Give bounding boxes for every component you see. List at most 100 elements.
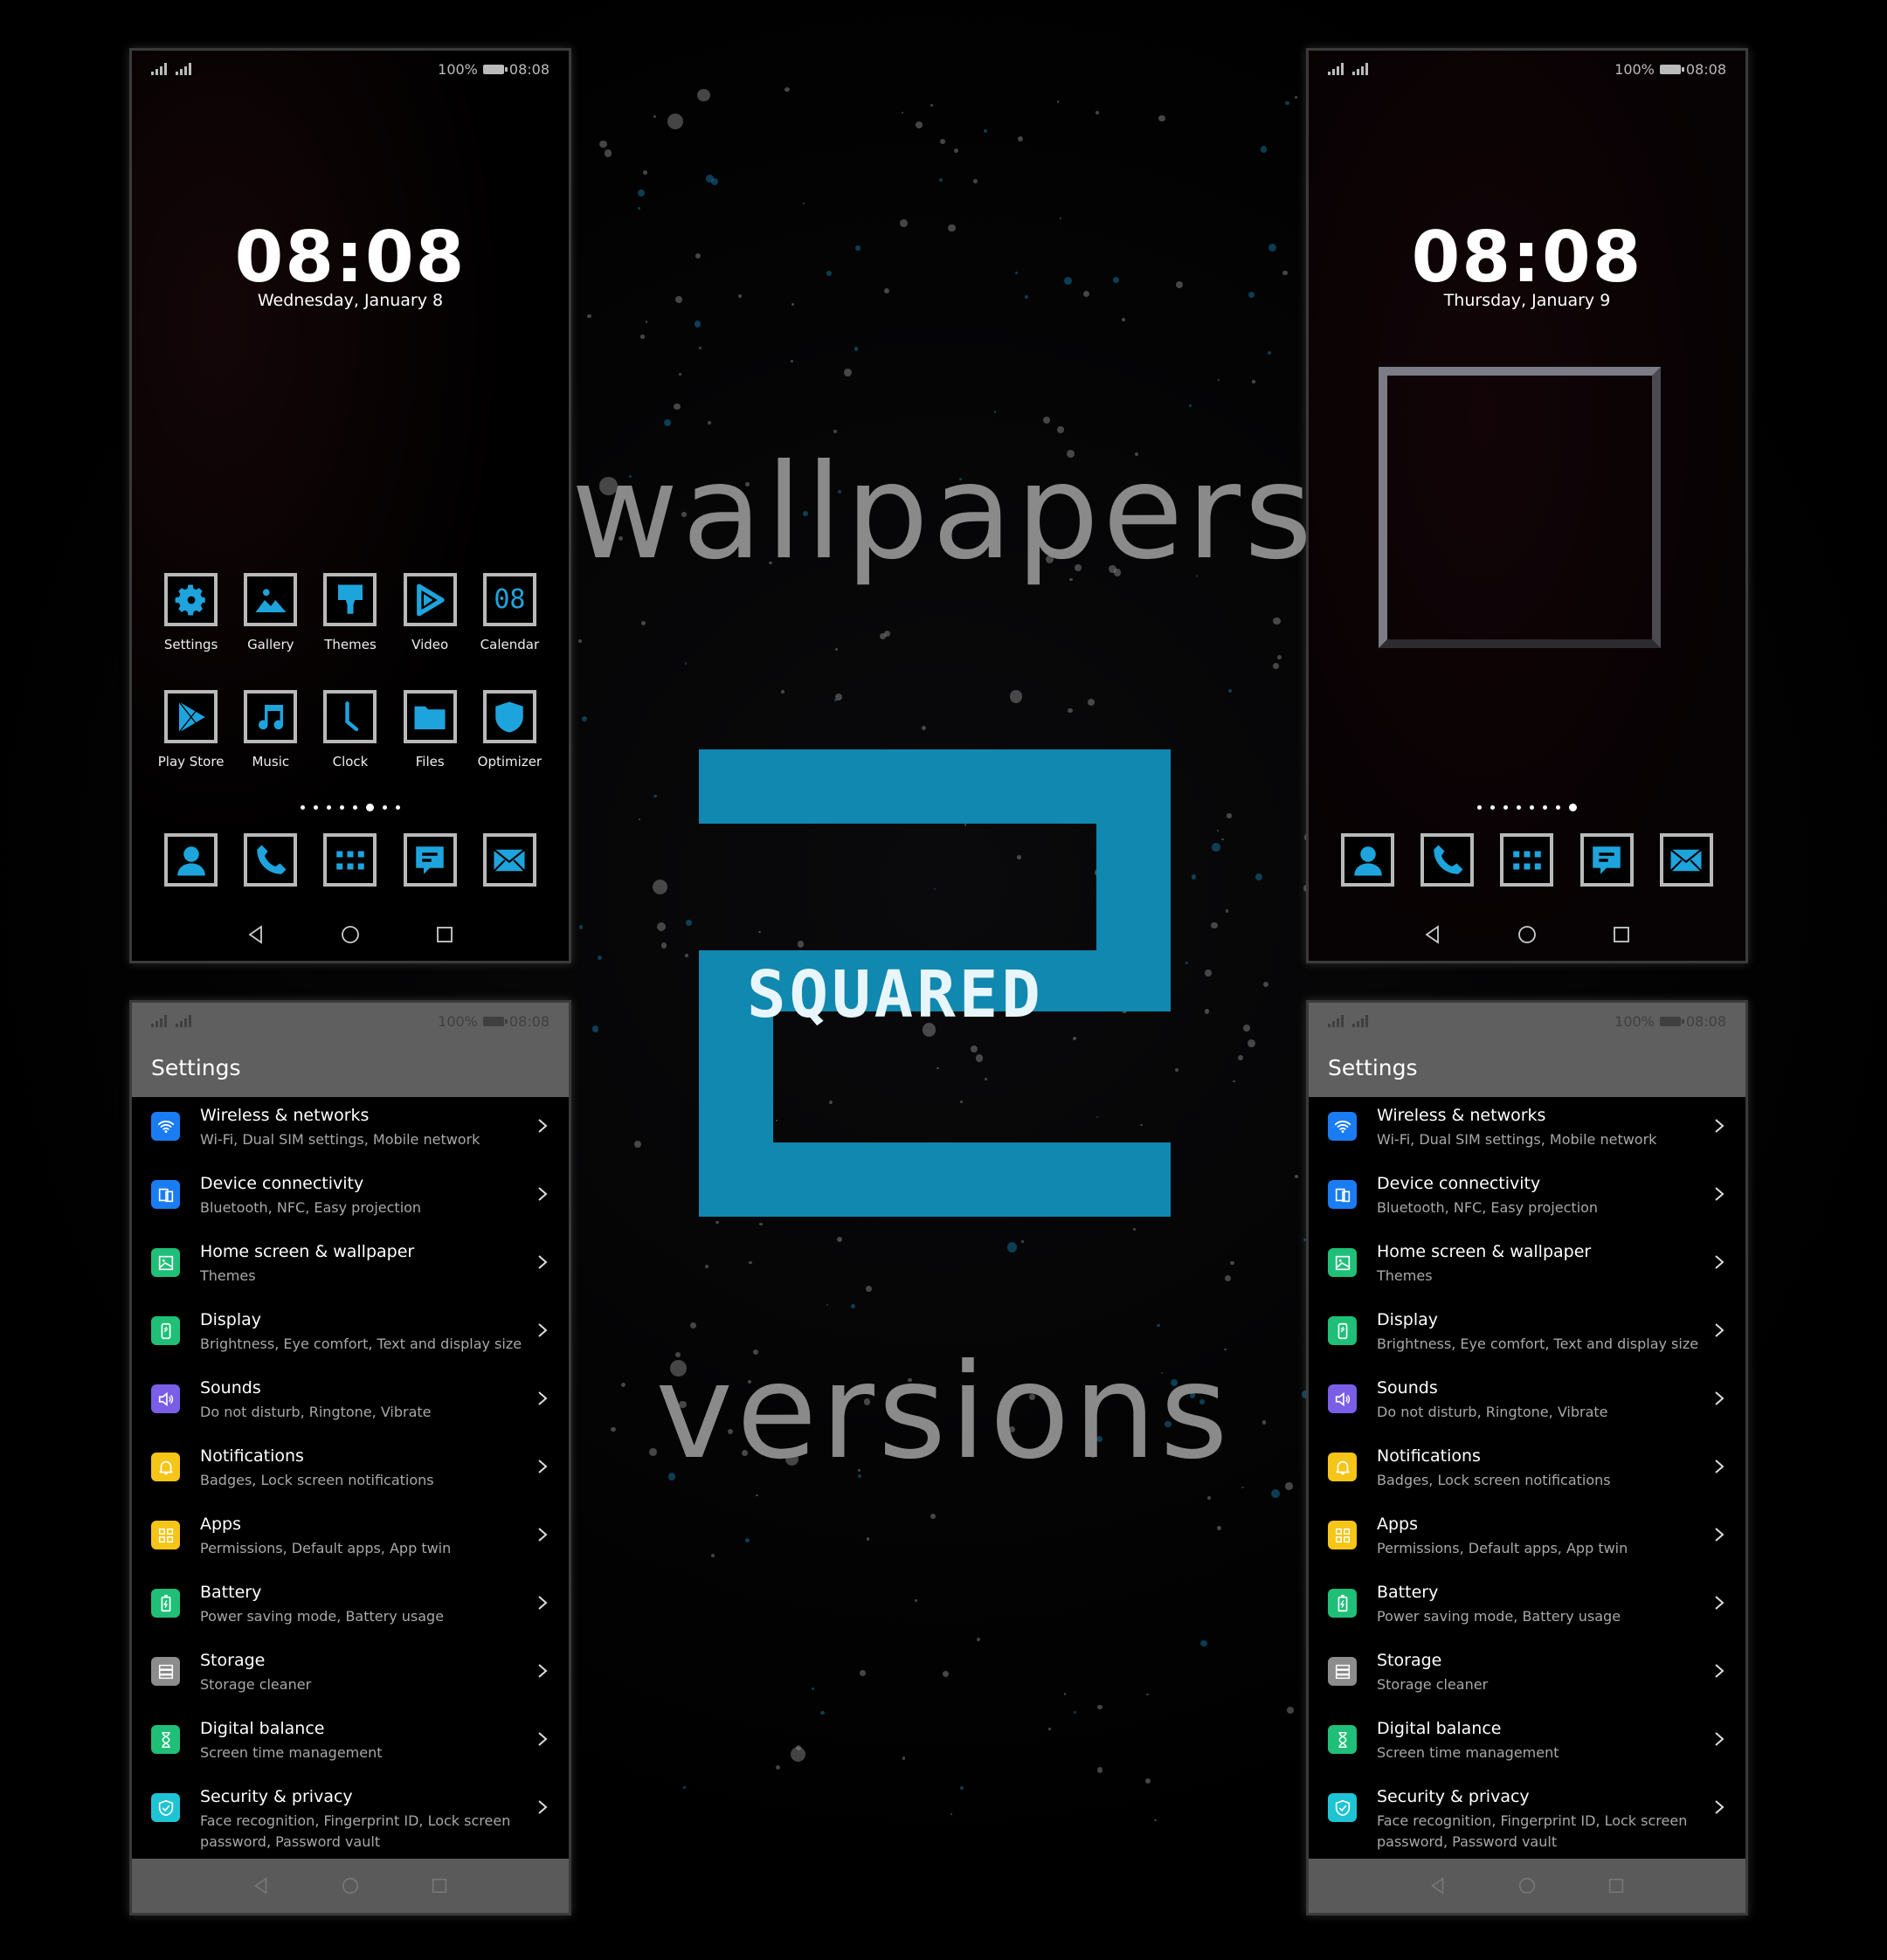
page-dot[interactable] (1490, 805, 1495, 810)
settings-item-display[interactable]: Display Brightness, Eye comfort, Text and… (132, 1301, 569, 1370)
settings-item-subtitle: Wi-Fi, Dual SIM settings, Mobile network (200, 1131, 480, 1148)
settings-item-title: Device connectivity (200, 1174, 364, 1193)
paint-drop (914, 1599, 917, 1603)
dock-phone[interactable] (231, 833, 310, 887)
paint-drop (1238, 1055, 1243, 1060)
home-icon[interactable] (341, 1876, 360, 1895)
paint-drop (954, 148, 958, 154)
chevron-right-icon (538, 1528, 548, 1542)
back-icon (248, 925, 262, 944)
app-settings[interactable]: Settings (151, 573, 231, 652)
page-dot[interactable] (314, 805, 318, 810)
recents-button[interactable] (1609, 922, 1634, 947)
dock-contacts[interactable] (151, 833, 231, 887)
back-button[interactable] (244, 922, 268, 947)
paint-drop (698, 346, 702, 350)
recents-icon[interactable] (430, 1876, 449, 1895)
app-play-store[interactable]: Play Store (151, 690, 231, 770)
page-indicator[interactable] (132, 804, 569, 811)
page-dot[interactable] (1477, 805, 1482, 810)
dock-phone[interactable] (1407, 833, 1487, 887)
app-video[interactable]: Video (391, 573, 470, 652)
dock-email[interactable] (1647, 833, 1726, 887)
dock-messages[interactable] (391, 833, 470, 887)
paint-drop (663, 418, 671, 427)
dock-email[interactable] (470, 833, 550, 887)
email-icon (1670, 848, 1703, 872)
settings-item-sounds[interactable]: Sounds Do not disturb, Ringtone, Vibrate (1309, 1370, 1745, 1438)
settings-item-storage[interactable]: Storage Storage cleaner (1309, 1642, 1745, 1710)
settings-item-apps[interactable]: Apps Permissions, Default apps, App twin (1309, 1506, 1745, 1574)
dock-messages[interactable] (1567, 833, 1647, 887)
settings-item-title: Apps (200, 1515, 242, 1534)
settings-item-apps[interactable]: Apps Permissions, Default apps, App twin (132, 1506, 569, 1574)
settings-item-title: Battery (1377, 1583, 1439, 1602)
page-dot-active[interactable] (1569, 804, 1577, 811)
back-icon[interactable] (1428, 1876, 1448, 1895)
page-dot-active[interactable] (366, 804, 374, 811)
paint-drop (939, 138, 945, 144)
settings-item-digital-balance[interactable]: Digital balance Screen time management (132, 1710, 569, 1778)
app-optimizer[interactable]: Optimizer (470, 690, 550, 770)
settings-item-subtitle: Face recognition, Fingerprint ID, Lock s… (1377, 1812, 1688, 1850)
settings-item-notifications[interactable]: Notifications Badges, Lock screen notific… (132, 1438, 569, 1506)
settings-item-notifications[interactable]: Notifications Badges, Lock screen notific… (1309, 1438, 1745, 1506)
settings-item-security-privacy[interactable]: Security & privacy Face recognition, Fing… (132, 1778, 569, 1862)
dock-app-drawer[interactable] (1487, 833, 1566, 887)
page-dot[interactable] (353, 805, 357, 810)
paint-drop (652, 879, 667, 895)
paint-drop (1252, 380, 1255, 383)
page-dot[interactable] (327, 805, 331, 810)
page-dot[interactable] (396, 805, 400, 810)
settings-item-title: Wireless & networks (200, 1106, 370, 1125)
settings-item-wireless-networks[interactable]: Wireless & networks Wi-Fi, Dual SIM setti… (132, 1097, 569, 1165)
app-label: Calendar (480, 637, 540, 652)
home-button[interactable] (338, 922, 363, 947)
paint-drop (697, 88, 710, 102)
recents-icon[interactable] (1607, 1876, 1626, 1895)
page-dot[interactable] (1503, 805, 1508, 810)
back-icon[interactable] (252, 1876, 271, 1895)
page-dot[interactable] (1556, 805, 1560, 810)
page-dot[interactable] (301, 805, 305, 810)
page-dot[interactable] (1530, 805, 1534, 810)
dock-app-drawer[interactable] (310, 833, 390, 887)
paint-drop (1158, 114, 1165, 122)
paint-drop (930, 1513, 936, 1519)
app-calendar[interactable]: 08 Calendar (470, 573, 550, 652)
page-dot[interactable] (340, 805, 344, 810)
page-dot[interactable] (383, 805, 387, 810)
app-clock[interactable]: Clock (310, 690, 390, 770)
chevron-right-icon (1715, 1664, 1725, 1678)
page-indicator[interactable] (1309, 804, 1745, 811)
settings-item-digital-balance[interactable]: Digital balance Screen time management (1309, 1710, 1745, 1778)
settings-item-home-screen-wallpaper[interactable]: Home screen & wallpaper Themes (1309, 1233, 1745, 1301)
settings-item-display[interactable]: Display Brightness, Eye comfort, Text and… (1309, 1301, 1745, 1370)
settings-item-home-screen-wallpaper[interactable]: Home screen & wallpaper Themes (132, 1233, 569, 1301)
settings-item-device-connectivity[interactable]: Device connectivity Bluetooth, NFC, Easy … (1309, 1165, 1745, 1233)
page-dot[interactable] (1517, 805, 1521, 810)
settings-item-sounds[interactable]: Sounds Do not disturb, Ringtone, Vibrate (132, 1370, 569, 1438)
settings-item-security-privacy[interactable]: Security & privacy Face recognition, Fing… (1309, 1778, 1745, 1862)
dock-contacts[interactable] (1328, 833, 1407, 887)
home-icon[interactable] (1517, 1876, 1537, 1895)
chevron-right-icon (538, 1664, 548, 1678)
settings-item-subtitle: Bluetooth, NFC, Easy projection (1377, 1199, 1599, 1216)
back-button[interactable] (1420, 922, 1445, 947)
settings-item-battery[interactable]: Battery Power saving mode, Battery usage (1309, 1574, 1745, 1642)
app-music[interactable]: Music (231, 690, 310, 770)
settings-item-device-connectivity[interactable]: Device connectivity Bluetooth, NFC, Easy … (132, 1165, 569, 1233)
settings-item-wireless-networks[interactable]: Wireless & networks Wi-Fi, Dual SIM setti… (1309, 1097, 1745, 1165)
app-themes[interactable]: Themes (310, 573, 390, 652)
settings-item-storage[interactable]: Storage Storage cleaner (132, 1642, 569, 1710)
paint-drop (1006, 1241, 1018, 1253)
app-gallery[interactable]: Gallery (231, 573, 310, 652)
settings-item-title: Security & privacy (1377, 1787, 1530, 1806)
home-button[interactable] (1515, 922, 1539, 947)
squared-logo: SQUARED (699, 749, 1171, 1217)
settings-item-subtitle: Themes (1377, 1267, 1433, 1284)
recents-button[interactable] (432, 922, 457, 947)
settings-item-battery[interactable]: Battery Power saving mode, Battery usage (132, 1574, 569, 1642)
app-files[interactable]: Files (391, 690, 470, 770)
page-dot[interactable] (1543, 805, 1547, 810)
